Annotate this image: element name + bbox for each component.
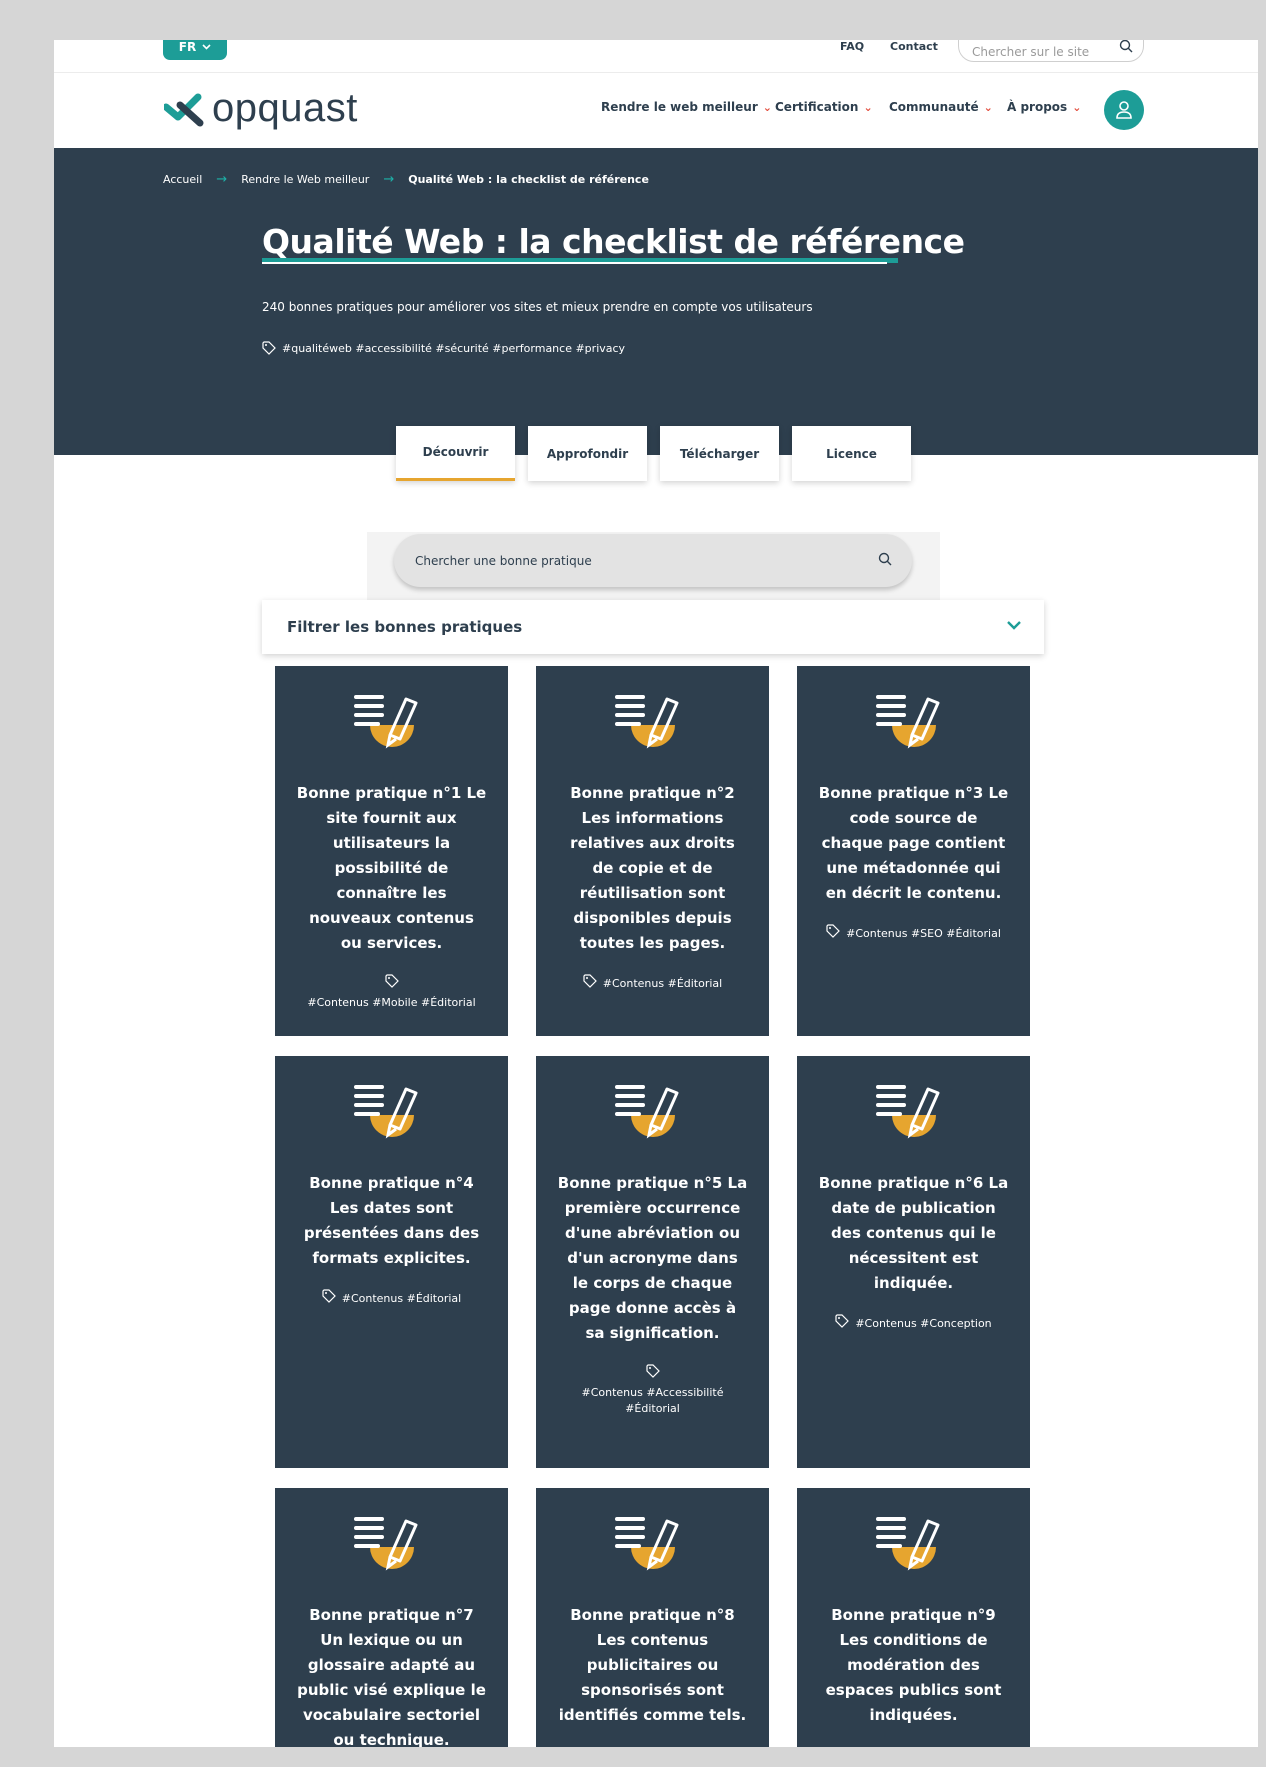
practice-card[interactable]: Bonne pratique n°1 Le site fournit aux u…	[275, 666, 508, 1036]
card-tags-text: #Contenus #Éditorial	[341, 1291, 462, 1305]
breadcrumb: Accueil → Rendre le Web meilleur → Quali…	[163, 172, 649, 187]
checklist-pencil-icon	[874, 691, 954, 757]
practice-search-input[interactable]: Chercher une bonne pratique	[394, 534, 912, 587]
title-underline	[262, 258, 902, 266]
site-search-placeholder: Chercher sur le site	[972, 45, 1090, 59]
practice-card[interactable]: Bonne pratique n°8 Les contenus publicit…	[536, 1488, 769, 1747]
tag-icon	[262, 341, 276, 355]
language-label: FR	[178, 40, 197, 54]
nav-label: Certification	[775, 100, 859, 114]
practice-card[interactable]: Bonne pratique n°4 Les dates sont présen…	[275, 1056, 508, 1468]
chevron-down-icon: ⌄	[1072, 100, 1082, 114]
breadcrumb-home[interactable]: Accueil	[163, 173, 202, 186]
tag-icon	[826, 924, 840, 943]
checklist-pencil-icon	[352, 691, 432, 757]
logo-text: opquast	[212, 86, 358, 130]
practice-card[interactable]: Bonne pratique n°9 Les conditions de mod…	[797, 1488, 1030, 1747]
card-title: Bonne pratique n°5 La première occurrenc…	[557, 1174, 748, 1342]
logo-mark-icon	[164, 93, 204, 126]
card-title: Bonne pratique n°1 Le site fournit aux u…	[296, 784, 487, 952]
arrow-right-icon: →	[383, 172, 395, 187]
card-title: Bonne pratique n°2 Les informations rela…	[570, 784, 735, 952]
filter-label: Filtrer les bonnes pratiques	[287, 618, 523, 636]
card-tags-text: #Contenus #Éditorial	[602, 976, 723, 990]
nav-item-certification[interactable]: Certification ⌄	[775, 100, 873, 114]
utility-bar: FR FAQ Contact Chercher sur le site	[54, 40, 1258, 73]
card-tags: #Contenus #Mobile #Éditorial	[297, 974, 487, 1011]
page-subtitle: 240 bonnes pratiques pour améliorer vos …	[262, 300, 813, 314]
tag-icon	[645, 1364, 660, 1383]
hero-tags: #qualitéweb #accessibilité #sécurité #pe…	[262, 341, 625, 355]
chevron-down-icon: ⌄	[863, 100, 873, 114]
nav-item-a-propos[interactable]: À propos ⌄	[1007, 100, 1081, 114]
chevron-down-icon: ⌄	[762, 100, 772, 114]
tab-telecharger[interactable]: Télécharger	[660, 426, 779, 481]
tag-icon	[835, 1314, 850, 1333]
card-title: Bonne pratique n°7 Un lexique ou un glos…	[297, 1606, 486, 1747]
search-icon[interactable]	[878, 552, 892, 566]
nav-label: À propos	[1007, 100, 1068, 114]
chevron-down-icon	[202, 44, 211, 50]
page-title: Qualité Web : la checklist de référence	[262, 222, 965, 261]
checklist-pencil-icon	[352, 1513, 432, 1579]
nav-label: Communauté	[889, 100, 979, 114]
tag-icon	[384, 974, 399, 993]
card-tags-text: #Contenus #Mobile #Éditorial	[307, 996, 476, 1009]
card-tags-text: #Contenus #SEO #Éditorial	[846, 926, 1001, 940]
hero-banner: Accueil → Rendre le Web meilleur → Quali…	[54, 148, 1258, 455]
practice-search-placeholder: Chercher une bonne pratique	[415, 554, 592, 568]
card-title: Bonne pratique n°8 Les contenus publicit…	[558, 1606, 747, 1724]
card-tags: #Contenus #SEO #Éditorial	[819, 924, 1009, 943]
tab-approfondir[interactable]: Approfondir	[528, 426, 647, 481]
tab-decouvrir[interactable]: Découvrir	[396, 426, 515, 481]
tag-icon	[322, 1289, 336, 1308]
checklist-pencil-icon	[613, 1513, 693, 1579]
checklist-pencil-icon	[613, 691, 693, 757]
checklist-pencil-icon	[874, 1513, 954, 1579]
faq-link[interactable]: FAQ	[840, 40, 864, 53]
nav-item-communaute[interactable]: Communauté ⌄	[889, 100, 993, 114]
card-title: Bonne pratique n°4 Les dates sont présen…	[303, 1174, 480, 1267]
practice-card[interactable]: Bonne pratique n°5 La première occurrenc…	[536, 1056, 769, 1468]
arrow-right-icon: →	[216, 172, 228, 187]
breadcrumb-current: Qualité Web : la checklist de référence	[408, 173, 649, 186]
card-title: Bonne pratique n°6 La date de publicatio…	[818, 1174, 1009, 1292]
language-selector[interactable]: FR	[163, 40, 227, 60]
browser-viewport: FR FAQ Contact Chercher sur le site opqu…	[54, 40, 1258, 1747]
practice-card[interactable]: Bonne pratique n°7 Un lexique ou un glos…	[275, 1488, 508, 1747]
opquast-logo[interactable]: opquast	[164, 86, 358, 131]
card-tags: #Contenus #Éditorial	[297, 1289, 487, 1308]
breadcrumb-section[interactable]: Rendre le Web meilleur	[241, 173, 369, 186]
chevron-down-icon	[1007, 621, 1021, 630]
site-header: opquast Rendre le web meilleur ⌄ Certifi…	[54, 74, 1258, 148]
card-tags: #Contenus #Conception	[819, 1314, 1009, 1333]
search-icon[interactable]	[1119, 40, 1133, 53]
user-icon	[1116, 101, 1132, 119]
practice-card[interactable]: Bonne pratique n°6 La date de publicatio…	[797, 1056, 1030, 1468]
card-title: Bonne pratique n°3 Le code source de cha…	[818, 784, 1009, 902]
card-tags: #Contenus #Éditorial	[558, 974, 748, 993]
nav-item-rendre-le-web-meilleur[interactable]: Rendre le web meilleur ⌄	[601, 100, 772, 114]
account-button[interactable]	[1104, 90, 1144, 130]
chevron-down-icon: ⌄	[983, 100, 993, 114]
tab-bar: Découvrir Approfondir Télécharger Licenc…	[396, 426, 911, 481]
contact-link[interactable]: Contact	[890, 40, 938, 53]
practice-card[interactable]: Bonne pratique n°2 Les informations rela…	[536, 666, 769, 1036]
card-title: Bonne pratique n°9 Les conditions de mod…	[825, 1606, 1002, 1724]
card-tags: #Contenus #Accessibilité #Éditorial	[558, 1364, 748, 1417]
checklist-pencil-icon	[613, 1081, 693, 1147]
hero-tags-text: #qualitéweb #accessibilité #sécurité #pe…	[282, 341, 626, 355]
checklist-pencil-icon	[874, 1081, 954, 1147]
nav-label: Rendre le web meilleur	[601, 100, 758, 114]
practice-card[interactable]: Bonne pratique n°3 Le code source de cha…	[797, 666, 1030, 1036]
tab-licence[interactable]: Licence	[792, 426, 911, 481]
card-tags-text: #Contenus #Accessibilité #Éditorial	[581, 1386, 724, 1415]
card-tags-text: #Contenus #Conception	[855, 1316, 992, 1330]
checklist-pencil-icon	[352, 1081, 432, 1147]
tag-icon	[583, 974, 597, 993]
filter-toggle[interactable]: Filtrer les bonnes pratiques	[262, 600, 1044, 654]
site-search-input[interactable]: Chercher sur le site	[958, 40, 1144, 62]
